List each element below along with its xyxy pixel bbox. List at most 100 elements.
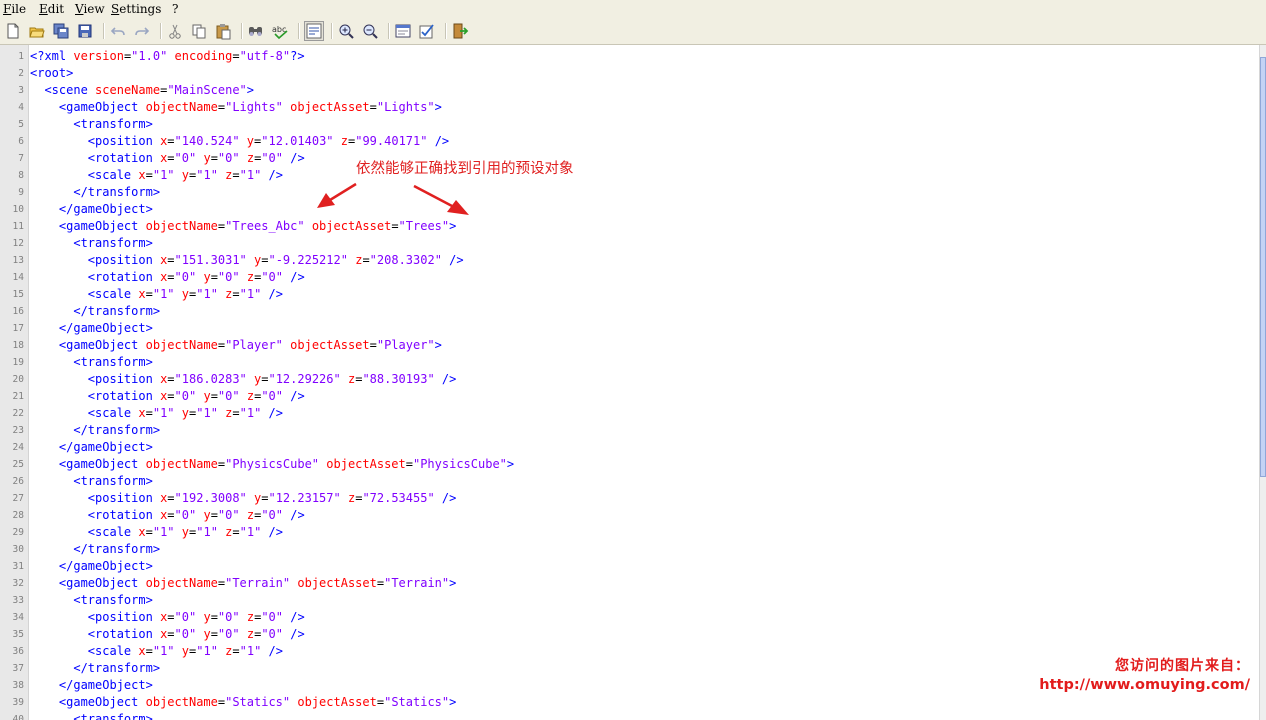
toolbar-separator — [241, 23, 243, 39]
menu-view[interactable]: View — [75, 2, 105, 16]
code-text: <position x="192.3008" y="12.23157" z="7… — [87, 491, 457, 505]
code-line[interactable]: 24 </gameObject> — [0, 439, 1259, 456]
code-line[interactable]: 6 <position x="140.524" y="12.01403" z="… — [0, 133, 1259, 150]
code-line[interactable]: 31 </gameObject> — [0, 558, 1259, 575]
code-line[interactable]: 3 <scene sceneName="MainScene"> — [0, 82, 1259, 99]
code-line[interactable]: 12 <transform> — [0, 235, 1259, 252]
code-line[interactable]: 15 <scale x="1" y="1" z="1" /> — [0, 286, 1259, 303]
code-line[interactable]: 26 <transform> — [0, 473, 1259, 490]
code-text: </gameObject> — [58, 202, 153, 216]
code-text: <gameObject objectName="PhysicsCube" obj… — [58, 457, 515, 471]
cut-icon — [169, 24, 181, 39]
code-line[interactable]: 25 <gameObject objectName="PhysicsCube" … — [0, 456, 1259, 473]
code-line[interactable]: 17 </gameObject> — [0, 320, 1259, 337]
code-line[interactable]: 30 </transform> — [0, 541, 1259, 558]
line-number: 11 — [12, 221, 24, 232]
menu-edit[interactable]: Edit — [39, 2, 64, 16]
line-number: 35 — [12, 629, 24, 640]
line-number: 4 — [18, 102, 24, 113]
code-text: <transform> — [73, 236, 153, 250]
menu-bar: File Edit View Settings? — [0, 0, 1266, 18]
paste-button[interactable] — [214, 22, 232, 40]
code-line[interactable]: 19 <transform> — [0, 354, 1259, 371]
toolbar-separator — [160, 23, 162, 39]
line-number: 36 — [12, 646, 24, 657]
code-text: </transform> — [73, 185, 161, 199]
line-number: 29 — [12, 527, 24, 538]
code-line[interactable]: 5 <transform> — [0, 116, 1259, 133]
code-line[interactable]: 27 <position x="192.3008" y="12.23157" z… — [0, 490, 1259, 507]
code-text: <rotation x="0" y="0" z="0" /> — [87, 627, 305, 641]
line-number: 5 — [18, 119, 24, 130]
code-line[interactable]: 11 <gameObject objectName="Trees_Abc" ob… — [0, 218, 1259, 235]
code-line[interactable]: 13 <position x="151.3031" y="-9.225212" … — [0, 252, 1259, 269]
line-number: 3 — [18, 85, 24, 96]
code-line[interactable]: 8 <scale x="1" y="1" z="1" /> — [0, 167, 1259, 184]
code-line[interactable]: 1 <?xml version="1.0" encoding="utf-8"?> — [0, 48, 1259, 65]
copy-button[interactable] — [190, 22, 208, 40]
code-line[interactable]: 39 <gameObject objectName="Statics" obje… — [0, 694, 1259, 711]
cut-button[interactable] — [166, 22, 184, 40]
code-line[interactable]: 16 </transform> — [0, 303, 1259, 320]
code-line[interactable]: 33 <transform> — [0, 592, 1259, 609]
open-folder-button[interactable] — [28, 22, 46, 40]
menu-settings[interactable]: Settings — [111, 2, 161, 16]
redo-icon — [135, 27, 150, 36]
zoom-out-button[interactable] — [361, 22, 379, 40]
spell-check-button[interactable]: abc — [271, 22, 289, 40]
code-line[interactable]: 4 <gameObject objectName="Lights" object… — [0, 99, 1259, 116]
code-line[interactable]: 29 <scale x="1" y="1" z="1" /> — [0, 524, 1259, 541]
code-line[interactable]: 20 <position x="186.0283" y="12.29226" z… — [0, 371, 1259, 388]
code-text: <scale x="1" y="1" z="1" /> — [87, 644, 284, 658]
menu-help[interactable]: ? — [172, 2, 178, 16]
line-number: 12 — [12, 238, 24, 249]
code-line[interactable]: 32 <gameObject objectName="Terrain" obje… — [0, 575, 1259, 592]
code-line[interactable]: 35 <rotation x="0" y="0" z="0" /> — [0, 626, 1259, 643]
code-text: <scale x="1" y="1" z="1" /> — [87, 168, 284, 182]
paste-icon — [216, 24, 231, 40]
edit-check-button[interactable] — [418, 22, 436, 40]
code-line[interactable]: 23 </transform> — [0, 422, 1259, 439]
code-line[interactable]: 14 <rotation x="0" y="0" z="0" /> — [0, 269, 1259, 286]
zoom-in-icon — [339, 24, 354, 39]
zoom-in-button[interactable] — [337, 22, 355, 40]
new-file-button[interactable] — [4, 22, 22, 40]
undo-icon — [110, 27, 125, 36]
save-button[interactable] — [76, 22, 94, 40]
line-number: 20 — [12, 374, 24, 385]
code-line[interactable]: 10 </gameObject> — [0, 201, 1259, 218]
line-number: 22 — [12, 408, 24, 419]
code-line[interactable]: 18 <gameObject objectName="Player" objec… — [0, 337, 1259, 354]
code-line[interactable]: 34 <position x="0" y="0" z="0" /> — [0, 609, 1259, 626]
save-all-button[interactable] — [52, 22, 70, 40]
code-line[interactable]: 22 <scale x="1" y="1" z="1" /> — [0, 405, 1259, 422]
code-editor[interactable]: 1 <?xml version="1.0" encoding="utf-8"?> 2… — [0, 45, 1259, 720]
code-text: </gameObject> — [58, 321, 153, 335]
exit-icon — [453, 23, 469, 39]
word-wrap-button[interactable] — [304, 21, 324, 41]
code-text: <rotation x="0" y="0" z="0" /> — [87, 389, 305, 403]
undo-button[interactable] — [109, 22, 127, 40]
code-text: <root> — [30, 66, 74, 80]
code-line[interactable]: 2 <root> — [0, 65, 1259, 82]
toolbar-separator — [298, 23, 300, 39]
settings-button[interactable] — [394, 22, 412, 40]
redo-button[interactable] — [133, 22, 151, 40]
scrollbar-thumb[interactable] — [1260, 57, 1266, 477]
menu-file[interactable]: File — [3, 2, 26, 16]
line-number: 2 — [18, 68, 24, 79]
exit-button[interactable] — [451, 22, 469, 40]
code-text: <transform> — [73, 117, 153, 131]
code-line[interactable]: 28 <rotation x="0" y="0" z="0" /> — [0, 507, 1259, 524]
line-number: 21 — [12, 391, 24, 402]
code-line[interactable]: 9 </transform> — [0, 184, 1259, 201]
code-text: <gameObject objectName="Terrain" objectA… — [58, 576, 457, 590]
find-button[interactable] — [247, 22, 265, 40]
vertical-scrollbar[interactable] — [1259, 45, 1266, 720]
watermark-caption: 您访问的图片来自： — [1115, 658, 1250, 674]
settings-icon — [395, 24, 411, 38]
toolbar-separator — [388, 23, 390, 39]
code-line[interactable]: 7 <rotation x="0" y="0" z="0" /> — [0, 150, 1259, 167]
code-line[interactable]: 21 <rotation x="0" y="0" z="0" /> — [0, 388, 1259, 405]
code-line[interactable]: 40 <transform> — [0, 711, 1259, 720]
